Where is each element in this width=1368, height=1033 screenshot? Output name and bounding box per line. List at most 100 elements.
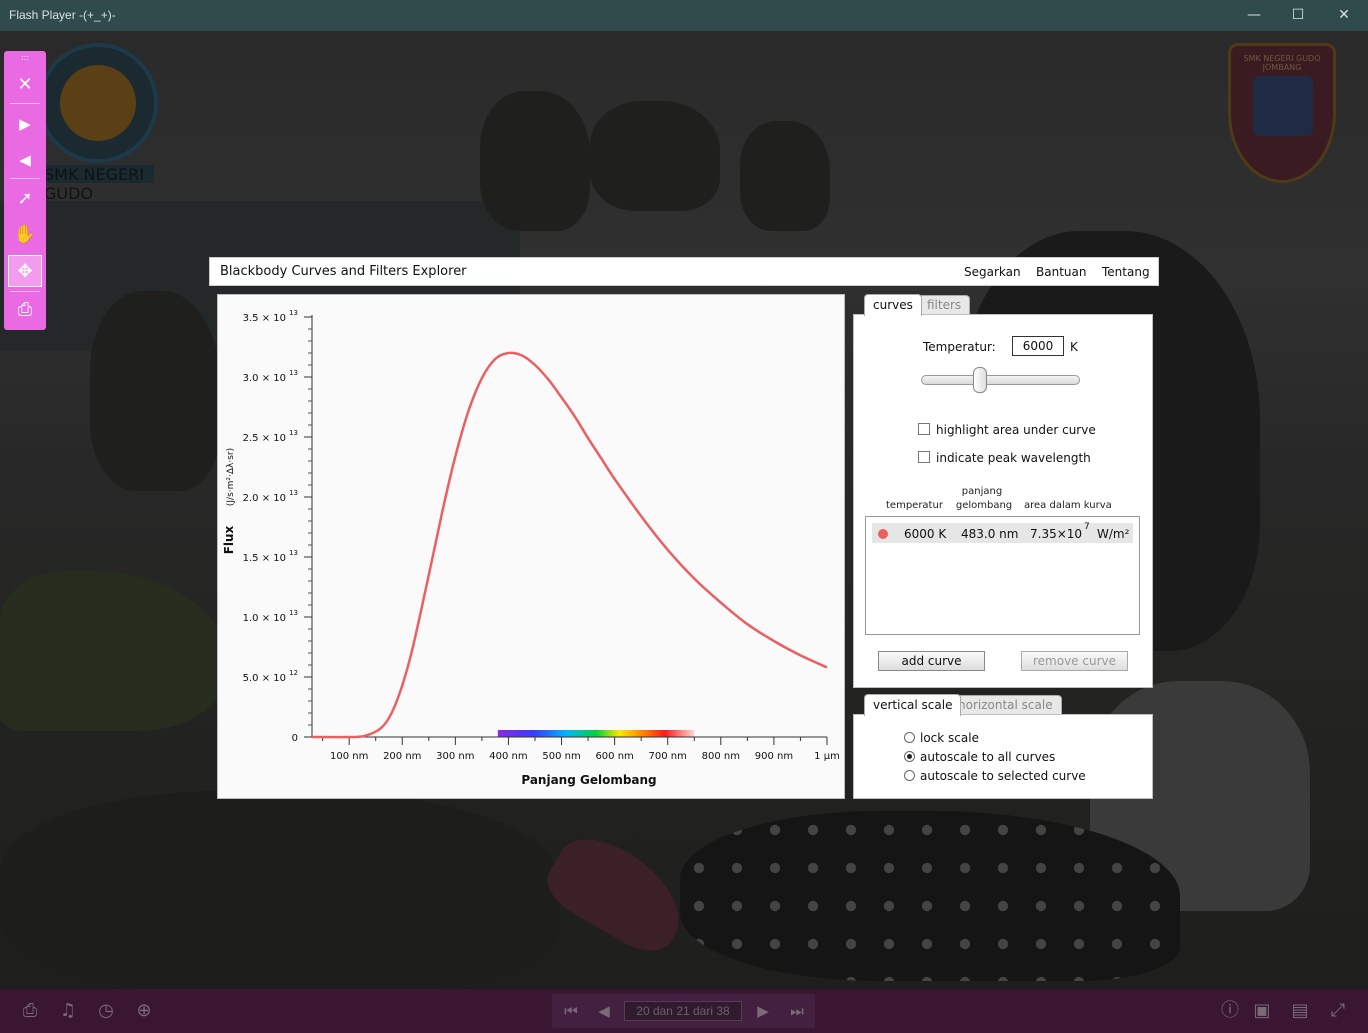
move-tool-button[interactable]: ✥ — [8, 255, 42, 287]
autoscale-selected-radio[interactable] — [904, 770, 915, 781]
temperature-label: Temperatur: — [923, 340, 996, 354]
row-area-mantissa: 7.35×10 — [1030, 527, 1083, 541]
tab-vertical-scale[interactable]: vertical scale — [864, 694, 962, 716]
background-rock — [480, 91, 590, 231]
y-tick-exponent: 13 — [289, 549, 298, 557]
add-curve-button[interactable]: add curve — [878, 651, 985, 671]
close-window-button[interactable]: ✕ — [1321, 0, 1367, 31]
prev-page-button[interactable]: ◀ — [8, 144, 42, 176]
book-icon[interactable]: ▤ — [1284, 997, 1316, 1025]
page-number-input[interactable]: 20 dan 21 dari 38 — [624, 1001, 742, 1021]
header-temperature: temperatur — [886, 500, 943, 511]
header-wavelength-line1: panjang — [961, 486, 1003, 497]
app-title: Blackbody Curves and Filters Explorer — [220, 264, 467, 279]
next-page-button[interactable]: ▶ — [8, 108, 42, 140]
y-tick-exponent: 13 — [289, 429, 298, 437]
y-tick-label: 0 — [292, 733, 298, 744]
curve-color-dot — [878, 529, 888, 539]
temperature-slider-track[interactable] — [921, 375, 1080, 385]
background-moss — [0, 571, 230, 731]
toolbar-divider — [10, 178, 40, 179]
floating-toolbar: ::: ✕ ▶ ◀ ➚ ✋ ✥ ⎙ — [4, 51, 46, 330]
x-tick-label: 800 nm — [702, 751, 740, 762]
logo-left-emblem — [60, 65, 136, 141]
y-tick-exponent: 13 — [289, 609, 298, 617]
last-page-icon[interactable]: ⏭ — [787, 1001, 807, 1021]
clock-icon[interactable]: ◷ — [90, 997, 122, 1025]
window-titlebar: Flash Player -(+_+)- — ☐ ✕ — [0, 0, 1368, 31]
y-tick-label: 5.0 × 10 — [243, 673, 286, 684]
row-area-unit: W/m² — [1097, 527, 1130, 541]
row-area-exponent: 7 — [1084, 522, 1090, 532]
menu-segarkan[interactable]: Segarkan — [964, 265, 1021, 279]
y-tick-label: 2.5 × 10 — [243, 433, 286, 444]
hand-tool-button[interactable]: ✋ — [8, 219, 42, 251]
zoom-icon[interactable]: ⊕ — [128, 997, 160, 1025]
toolbar-divider — [10, 291, 40, 292]
visible-spectrum-band — [497, 730, 695, 737]
logo-left-band: SMK NEGERI GUDO — [44, 165, 154, 203]
temperature-input[interactable]: 6000 — [1012, 336, 1064, 356]
y-tick-exponent: 12 — [289, 669, 298, 677]
background-rock — [0, 791, 560, 989]
menu-bantuan[interactable]: Bantuan — [1036, 265, 1086, 279]
minimize-button[interactable]: — — [1231, 0, 1277, 31]
school-logo-right: SMK NEGERI GUDO JOMBANG — [1228, 43, 1336, 183]
info-icon[interactable]: ⓘ — [1214, 997, 1246, 1025]
background-shoe — [537, 823, 699, 963]
toolbar-divider — [10, 103, 40, 104]
x-tick-label: 200 nm — [383, 751, 421, 762]
blackbody-curve — [311, 351, 828, 739]
first-page-icon[interactable]: ⏮ — [561, 1001, 581, 1021]
blackbody-chart: 05.0 × 10 121.0 × 10 131.5 × 10 132.0 × 10 1… — [222, 309, 840, 787]
x-tick-label: 500 nm — [542, 751, 580, 762]
print-button[interactable]: ⎙ — [8, 294, 42, 326]
school-logo-left — [38, 43, 158, 163]
background-polka-pants — [680, 811, 1180, 981]
fullscreen-icon[interactable]: ⤢ — [1322, 997, 1354, 1025]
remove-curve-button[interactable]: remove curve — [1021, 651, 1128, 671]
y-tick-label: 2.0 × 10 — [243, 493, 286, 504]
peak-wavelength-checkbox[interactable] — [918, 451, 930, 463]
peak-wavelength-label: indicate peak wavelength — [936, 451, 1091, 465]
prev-page-icon[interactable]: ◀ — [594, 1001, 614, 1021]
select-cursor-button[interactable]: ➚ — [8, 183, 42, 215]
y-axis-units: (J/s·m²·Δλ·sr) — [226, 448, 236, 506]
x-tick-label: 700 nm — [649, 751, 687, 762]
menu-tentang[interactable]: Tentang — [1102, 265, 1150, 279]
x-tick-label: 300 nm — [436, 751, 474, 762]
highlight-area-checkbox[interactable] — [918, 423, 930, 435]
y-tick-label: 3.0 × 10 — [243, 373, 286, 384]
header-wavelength-line2: gelombang — [955, 500, 1013, 511]
lock-scale-radio[interactable] — [904, 732, 915, 743]
x-tick-label: 100 nm — [330, 751, 368, 762]
x-axis-label: Panjang Gelombang — [521, 773, 656, 787]
x-tick-label: 400 nm — [489, 751, 527, 762]
y-axis-label: Flux — [222, 525, 236, 554]
chat-icon[interactable]: ▣ — [1246, 997, 1278, 1025]
temperature-slider-thumb[interactable] — [973, 367, 988, 393]
autoscale-all-radio[interactable] — [904, 751, 915, 762]
maximize-button[interactable]: ☐ — [1275, 0, 1321, 31]
y-tick-exponent: 13 — [289, 489, 298, 497]
y-tick-label: 3.5 × 10 — [243, 313, 286, 324]
bottom-toolbar: ⎙ ♫ ◷ ⊕ ⏮ ◀ 20 dan 21 dari 38 ▶ ⏭ ⓘ ▣ ▤ … — [0, 989, 1368, 1033]
autoscale-all-label: autoscale to all curves — [920, 750, 1056, 764]
tab-curves[interactable]: curves — [864, 294, 922, 316]
x-tick-label: 900 nm — [755, 751, 793, 762]
close-book-button[interactable]: ✕ — [8, 69, 42, 101]
header-area: area dalam kurva — [1024, 500, 1112, 511]
next-page-icon[interactable]: ▶ — [753, 1001, 773, 1021]
tab-horizontal-scale[interactable]: horizontal scale — [949, 695, 1062, 715]
y-tick-label: 1.5 × 10 — [243, 553, 286, 564]
logo-right-text: SMK NEGERI GUDO JOMBANG — [1243, 54, 1321, 72]
toolbar-grip-icon[interactable]: ::: — [4, 51, 46, 65]
tab-filters[interactable]: filters — [918, 295, 971, 315]
x-tick-label: 1 μm — [814, 751, 840, 762]
app-header: Blackbody Curves and Filters Explorer Se… — [209, 257, 1159, 286]
autoscale-selected-label: autoscale to selected curve — [920, 769, 1086, 783]
window-title: Flash Player -(+_+)- — [9, 8, 116, 22]
print-icon[interactable]: ⎙ — [14, 997, 46, 1025]
plot-panel: 0 5.0 × 10 12 1.0 × 10 13 1.5 × 10 13 2.0 × 10 1… — [217, 294, 845, 799]
music-icon[interactable]: ♫ — [52, 997, 84, 1025]
